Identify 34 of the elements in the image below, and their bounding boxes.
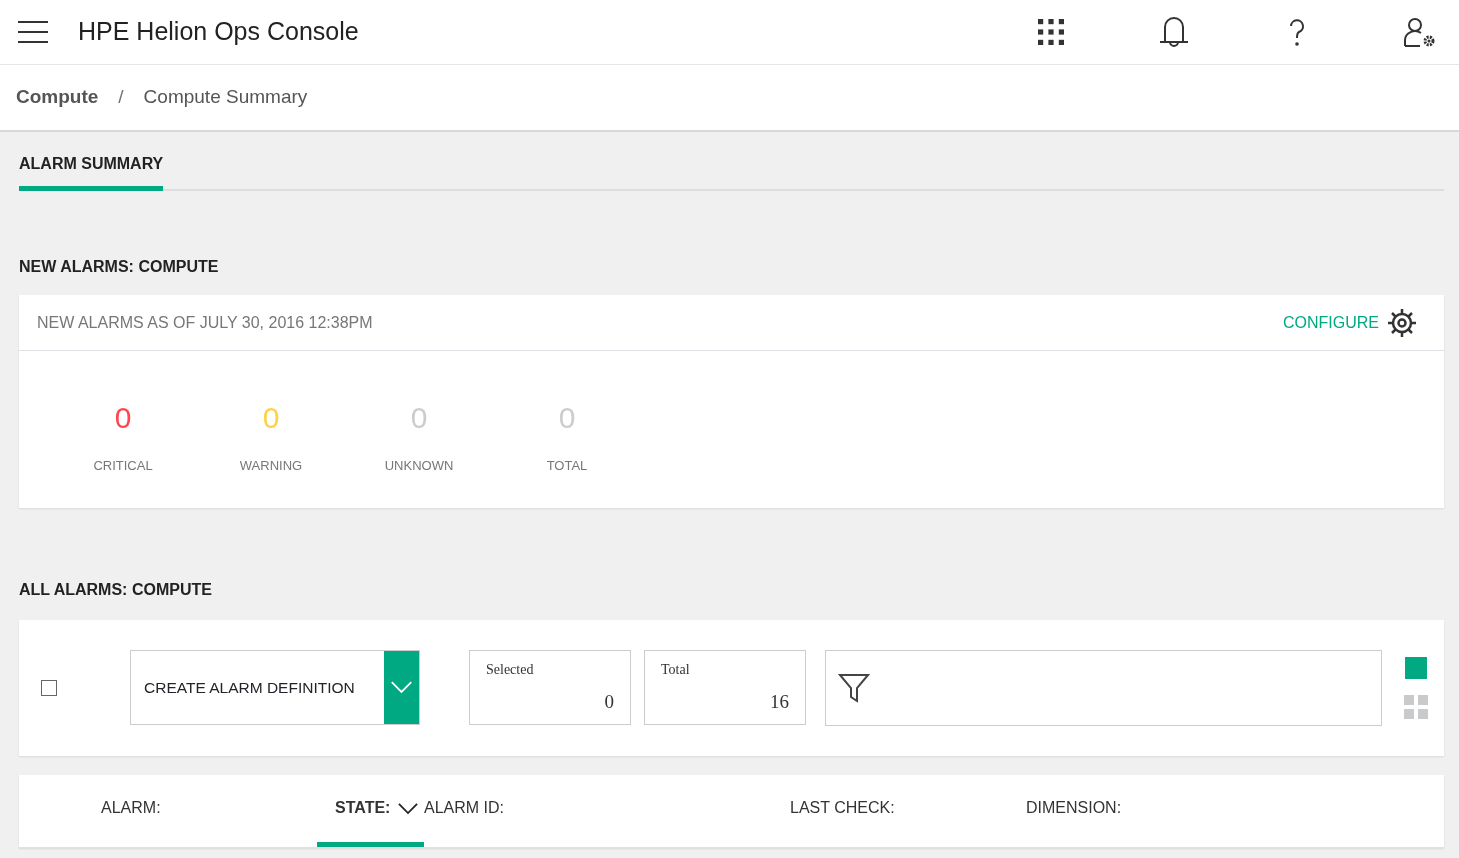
column-header[interactable]: ALARM ID: — [424, 774, 790, 847]
filter-icon — [838, 671, 870, 704]
breadcrumb-separator: / — [118, 85, 124, 110]
breadcrumb-link[interactable]: Compute — [16, 83, 99, 112]
apps-icon — [1038, 19, 1064, 45]
count-label: TOTAL — [545, 457, 589, 475]
count-box-value: 0 — [603, 689, 614, 714]
count-label: WARNING — [238, 457, 304, 475]
select-all-checkbox[interactable] — [41, 679, 57, 696]
breadcrumb-current: Compute Summary — [143, 85, 308, 110]
caret-icon — [390, 680, 413, 695]
menu-button[interactable] — [16, 18, 50, 46]
card-subtitle: NEW ALARMS AS OF JULY 30, 2016 12:38PM — [37, 312, 373, 333]
section-heading: NEW ALARMS: COMPUTE — [19, 257, 220, 277]
bell-icon — [1157, 15, 1191, 49]
count-box-value: 16 — [769, 689, 789, 714]
count-label: UNKNOWN — [383, 457, 455, 475]
menu-icon — [17, 20, 49, 45]
column-header[interactable]: STATE: — [317, 774, 424, 847]
filter-field[interactable] — [825, 649, 1382, 726]
section-heading: ALL ALARMS: COMPUTE — [19, 579, 213, 600]
count-value: 0 — [113, 400, 133, 436]
count-label: CRITICAL — [92, 457, 154, 475]
count-box-label: Total — [661, 661, 691, 679]
gear-icon — [1387, 307, 1417, 338]
caret-icon — [398, 801, 419, 815]
count-value: 0 — [261, 400, 281, 436]
tab[interactable]: ALARM SUMMARY — [19, 152, 164, 191]
column-header[interactable]: LAST CHECK: — [790, 774, 1026, 847]
app-title: HPE Helion Ops Console — [78, 16, 359, 48]
column-header[interactable]: ALARM: — [101, 774, 317, 847]
count-box-label: Selected — [486, 661, 535, 679]
column-header[interactable]: DIMENSION: — [1026, 774, 1226, 847]
single-view-button[interactable] — [1405, 656, 1427, 679]
